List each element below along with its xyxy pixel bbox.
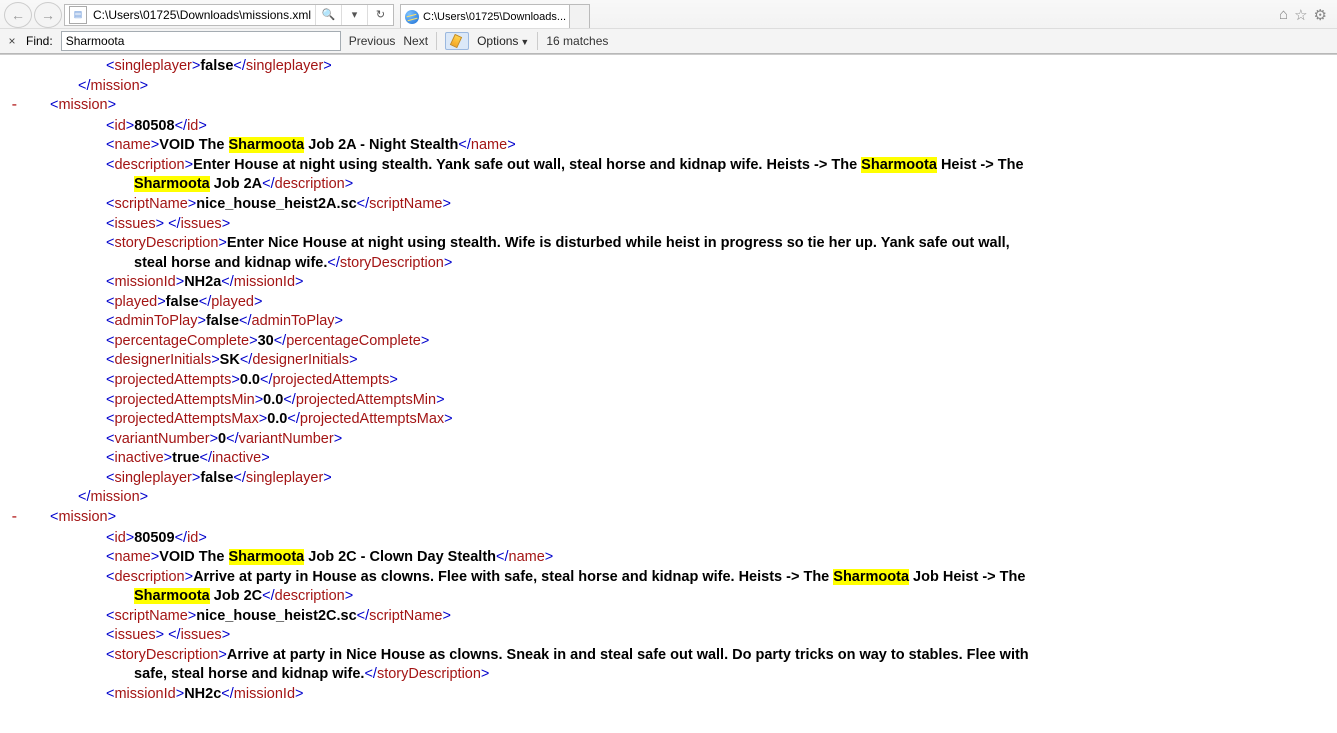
xml-content: <singleplayer>false</singleplayer> </mis… [0,55,1337,733]
xml-element: <adminToPlay>false</adminToPlay> [50,312,1327,332]
search-icon[interactable]: 🔍 [315,5,341,25]
xml-element: <name>VOID The Sharmoota Job 2C - Clown … [50,548,1327,568]
tools-icon[interactable]: ⚙ [1314,6,1327,24]
forward-button[interactable]: → [34,2,62,28]
xml-close: </mission> [50,77,1327,97]
xml-close: </mission> [50,488,1327,508]
address-text: C:\Users\01725\Downloads\missions.xml [89,8,315,22]
xml-open: -<mission> [50,508,1327,529]
chrome-right-icons: ⌂ ☆ ⚙ [1279,6,1333,24]
xml-element: <projectedAttemptsMax>0.0</projectedAtte… [50,410,1327,430]
options-button[interactable]: Options▼ [477,34,529,48]
xml-element: <projectedAttemptsMin>0.0</projectedAtte… [50,391,1327,411]
find-previous[interactable]: Previous [349,34,396,48]
xml-element: <projectedAttempts>0.0</projectedAttempt… [50,371,1327,391]
separator [537,32,538,50]
xml-element: <singleplayer>false</singleplayer> [50,469,1327,489]
xml-element: <scriptName>nice_house_heist2C.sc</scrip… [50,607,1327,627]
xml-element: <variantNumber>0</variantNumber> [50,430,1327,450]
find-close-icon[interactable]: × [6,34,18,48]
xml-open: -<mission> [50,96,1327,117]
find-next[interactable]: Next [403,34,428,48]
tab-active[interactable]: C:\Users\01725\Downloads... × [400,4,570,28]
ie-icon [405,10,419,24]
xml-element: <inactive>true</inactive> [50,449,1327,469]
xml-element: <description>Arrive at party in House as… [50,568,1327,588]
xml-element: <storyDescription>Arrive at party in Nic… [50,646,1327,666]
collapse-toggle[interactable]: - [10,97,24,117]
collapse-toggle[interactable]: - [10,509,24,529]
browser-chrome: ← → ▤ C:\Users\01725\Downloads\missions.… [0,0,1337,55]
xml-element-cont: steal horse and kidnap wife.</storyDescr… [50,254,1327,274]
xml-element: <played>false</played> [50,293,1327,313]
xml-element: <storyDescription>Enter Nice House at ni… [50,234,1327,254]
xml-element: <missionId>NH2a</missionId> [50,273,1327,293]
refresh-icon[interactable]: ↻ [367,5,393,25]
xml-element: <percentageComplete>30</percentageComple… [50,332,1327,352]
address-bar[interactable]: ▤ C:\Users\01725\Downloads\missions.xml … [64,4,394,26]
separator [436,32,437,50]
xml-element: <id>80508</id> [50,117,1327,137]
match-count: 16 matches [546,34,608,48]
dropdown-icon[interactable]: ▾ [341,5,367,25]
find-label: Find: [26,34,53,48]
back-button[interactable]: ← [4,2,32,28]
page-icon: ▤ [69,6,87,24]
xml-element: <issues> </issues> [50,626,1327,646]
xml-element-cont: Sharmoota Job 2C</description> [50,587,1327,607]
xml-element: <id>80509</id> [50,529,1327,549]
find-bar: × Find: Previous Next Options▼ 16 matche… [0,28,1337,54]
home-icon[interactable]: ⌂ [1279,6,1288,24]
xml-element: <designerInitials>SK</designerInitials> [50,351,1327,371]
nav-toolbar: ← → ▤ C:\Users\01725\Downloads\missions.… [0,0,1337,28]
xml-element: <description>Enter House at night using … [50,156,1327,176]
favorites-icon[interactable]: ☆ [1294,6,1307,24]
highlight-button[interactable] [445,32,469,50]
find-input[interactable] [61,31,341,51]
xml-element: <singleplayer>false</singleplayer> [50,57,1327,77]
xml-element-cont: safe, steal horse and kidnap wife.</stor… [50,665,1327,685]
xml-element: <missionId>NH2c</missionId> [50,685,1327,705]
highlighter-icon [450,34,464,48]
tab-strip: C:\Users\01725\Downloads... × [400,1,590,28]
new-tab-button[interactable] [570,4,590,28]
xml-element: <scriptName>nice_house_heist2A.sc</scrip… [50,195,1327,215]
xml-element: <name>VOID The Sharmoota Job 2A - Night … [50,136,1327,156]
xml-element-cont: Sharmoota Job 2A</description> [50,175,1327,195]
tab-title: C:\Users\01725\Downloads... [423,11,566,23]
xml-element: <issues> </issues> [50,215,1327,235]
